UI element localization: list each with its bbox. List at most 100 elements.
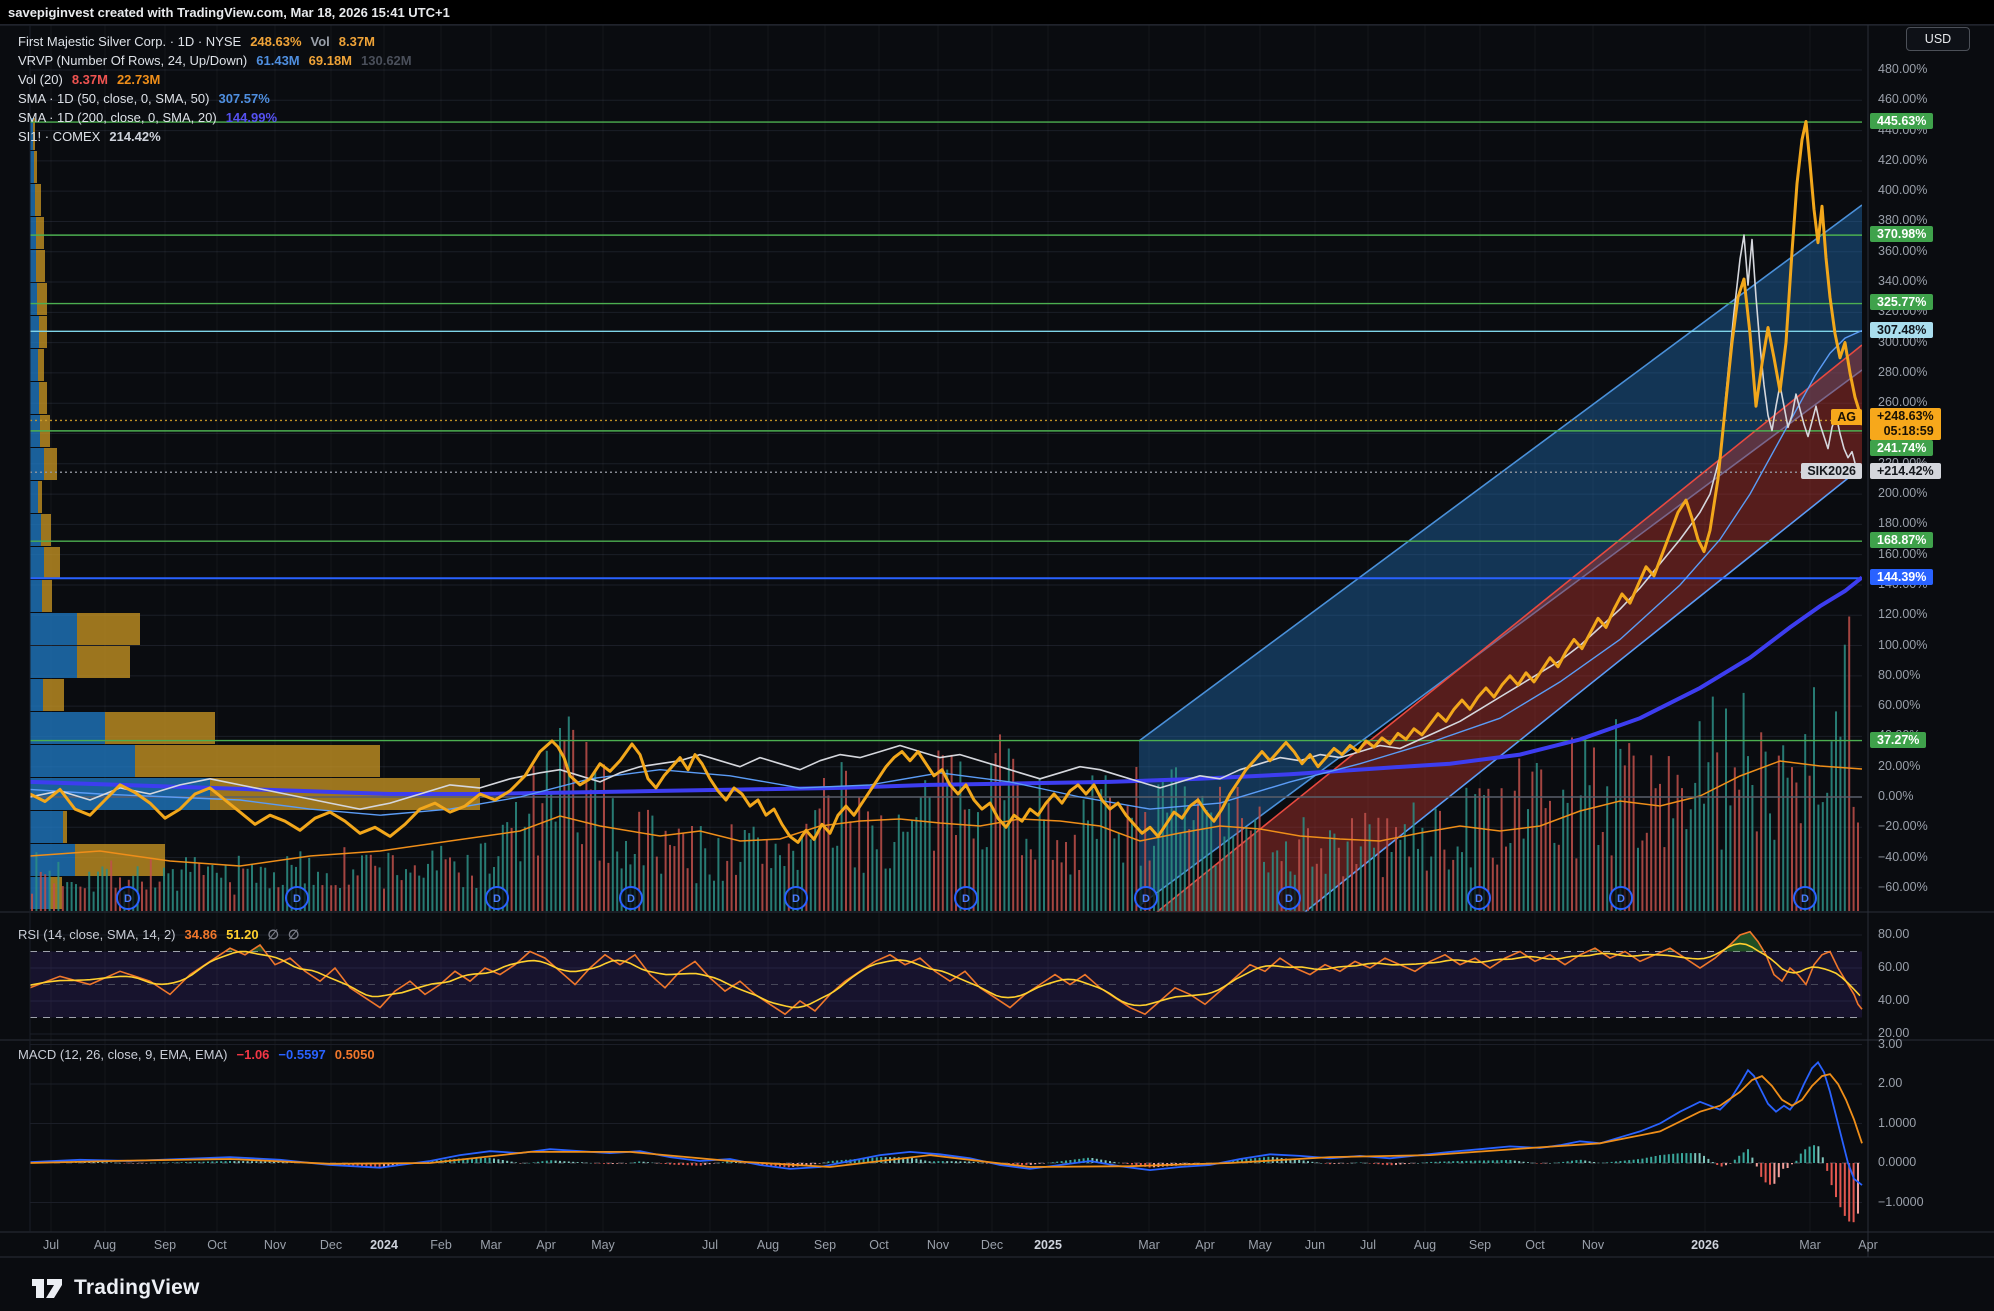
time-tick-label: Mar <box>1138 1238 1160 1252</box>
legend-title: VRVP (Number Of Rows, 24, Up/Down) <box>18 53 247 68</box>
chart-canvas[interactable]: DDDDDDDDDDD <box>0 0 1994 1311</box>
time-tick-label: Nov <box>1582 1238 1604 1252</box>
time-tick-label: Jun <box>1305 1238 1325 1252</box>
time-tick-label: Dec <box>981 1238 1003 1252</box>
macd-tick-label: −1.0000 <box>1878 1195 1990 1209</box>
price-level-badge: 37.27% <box>1870 732 1926 748</box>
time-tick-label: Aug <box>757 1238 779 1252</box>
rsi-tick-label: 60.00 <box>1878 960 1990 974</box>
time-tick-label: Sep <box>1469 1238 1491 1252</box>
time-tick-label: Mar <box>1799 1238 1821 1252</box>
rsi-tick-label: 40.00 <box>1878 993 1990 1007</box>
price-level-badge: 144.39% <box>1870 569 1933 585</box>
price-level-badge: 325.77% <box>1870 294 1933 310</box>
legend-value: ∅ <box>268 927 279 942</box>
time-tick-label: Aug <box>94 1238 116 1252</box>
price-tick-label: −20.00% <box>1878 819 1990 833</box>
legend-row[interactable]: VRVP (Number Of Rows, 24, Up/Down) 61.43M… <box>18 51 421 70</box>
time-tick-label: Feb <box>430 1238 452 1252</box>
macd-tick-label: 3.00 <box>1878 1037 1990 1051</box>
blue-channel <box>1139 205 1862 906</box>
price-level-badge: 168.87% <box>1870 532 1933 548</box>
tradingview-brand[interactable]: TradingView <box>30 1272 200 1304</box>
sik2026-symbol-tag: SIK2026 <box>1801 463 1862 479</box>
legend-value: Vol <box>311 34 330 49</box>
legend-value: 51.20 <box>226 927 259 942</box>
price-level-badge: 307.48% <box>1870 322 1933 338</box>
price-level-badge: 370.98% <box>1870 226 1933 242</box>
legend-title: RSI (14, close, SMA, 14, 2) <box>18 927 176 942</box>
symbol-legend[interactable]: First Majestic Silver Corp. · 1D · NYSE 2… <box>18 32 421 146</box>
legend-value: 307.57% <box>218 91 269 106</box>
legend-value: −1.06 <box>237 1047 270 1062</box>
time-tick-label: Nov <box>264 1238 286 1252</box>
macd-tick-label: 1.0000 <box>1878 1116 1990 1130</box>
legend-title: First Majestic Silver Corp. · 1D · NYSE <box>18 34 241 49</box>
legend-row[interactable]: RSI (14, close, SMA, 14, 2) 34.86 51.20 ∅ ∅ <box>18 925 308 944</box>
price-tick-label: 120.00% <box>1878 607 1990 621</box>
time-tick-label: Jul <box>1360 1238 1376 1252</box>
macd-legend[interactable]: MACD (12, 26, close, 9, EMA, EMA) −1.06 −0… <box>18 1045 384 1064</box>
time-tick-label: Jul <box>43 1238 59 1252</box>
time-tick-label: Sep <box>154 1238 176 1252</box>
macd-tick-label: 2.00 <box>1878 1076 1990 1090</box>
svg-text:D: D <box>1801 893 1809 905</box>
legend-value: 22.73M <box>117 72 160 87</box>
legend-value: ∅ <box>288 927 299 942</box>
rsi-tick-label: 80.00 <box>1878 927 1990 941</box>
time-tick-label: May <box>1248 1238 1272 1252</box>
ag-symbol-tag: AG <box>1831 409 1862 425</box>
legend-value: 0.5050 <box>335 1047 375 1062</box>
legend-value: 144.99% <box>226 110 277 125</box>
legend-row[interactable]: MACD (12, 26, close, 9, EMA, EMA) −1.06 −0… <box>18 1045 384 1064</box>
macd-tick-label: 0.0000 <box>1878 1155 1990 1169</box>
price-tick-label: 20.00% <box>1878 759 1990 773</box>
ag-last-price-badge: +248.63%05:18:59 <box>1870 408 1941 440</box>
price-level-badge: 445.63% <box>1870 113 1933 129</box>
price-tick-label: −40.00% <box>1878 850 1990 864</box>
time-tick-label: Nov <box>927 1238 949 1252</box>
price-tick-label: 400.00% <box>1878 183 1990 197</box>
legend-value: 130.62M <box>361 53 412 68</box>
legend-value: 34.86 <box>185 927 218 942</box>
price-tick-label: 160.00% <box>1878 547 1990 561</box>
legend-title: SMA · 1D (200, close, 0, SMA, 20) <box>18 110 217 125</box>
svg-text:D: D <box>493 893 501 905</box>
legend-value: −0.5597 <box>278 1047 325 1062</box>
legend-row[interactable]: Vol (20) 8.37M 22.73M <box>18 70 421 89</box>
legend-row[interactable]: SI1! · COMEX214.42% <box>18 127 421 146</box>
legend-row[interactable]: SMA · 1D (50, close, 0, SMA, 50) 307.57% <box>18 89 421 108</box>
rsi-legend[interactable]: RSI (14, close, SMA, 14, 2) 34.86 51.20 ∅ ∅ <box>18 925 308 944</box>
legend-value: 61.43M <box>256 53 299 68</box>
time-tick-label: Mar <box>480 1238 502 1252</box>
legend-value: 248.63% <box>250 34 301 49</box>
time-tick-label: Apr <box>1858 1238 1877 1252</box>
legend-title: Vol (20) <box>18 72 63 87</box>
legend-row[interactable]: First Majestic Silver Corp. · 1D · NYSE 2… <box>18 32 421 51</box>
time-tick-label: Aug <box>1414 1238 1436 1252</box>
sik2026-last-price-badge: +214.42% <box>1870 463 1941 479</box>
svg-text:D: D <box>792 893 800 905</box>
legend-row[interactable]: SMA · 1D (200, close, 0, SMA, 20) 144.99% <box>18 108 421 127</box>
legend-title: MACD (12, 26, close, 9, EMA, EMA) <box>18 1047 228 1062</box>
price-tick-label: 460.00% <box>1878 92 1990 106</box>
svg-text:D: D <box>1285 893 1293 905</box>
price-tick-label: 420.00% <box>1878 153 1990 167</box>
time-tick-label: 2026 <box>1691 1238 1719 1252</box>
ag-last-price: +248.63% <box>1877 409 1934 424</box>
svg-text:D: D <box>1475 893 1483 905</box>
svg-text:D: D <box>293 893 301 905</box>
svg-text:D: D <box>962 893 970 905</box>
price-tick-label: 180.00% <box>1878 516 1990 530</box>
legend-value: 8.37M <box>72 72 108 87</box>
time-tick-label: Oct <box>1525 1238 1544 1252</box>
tradingview-logo-icon <box>30 1272 64 1304</box>
price-scale-currency-button[interactable]: USD <box>1906 27 1970 51</box>
price-tick-label: 280.00% <box>1878 365 1990 379</box>
time-tick-label: Oct <box>869 1238 888 1252</box>
time-tick-label: 2025 <box>1034 1238 1062 1252</box>
price-tick-label: 80.00% <box>1878 668 1990 682</box>
svg-text:D: D <box>627 893 635 905</box>
brand-text: TradingView <box>74 1276 200 1300</box>
legend-title: SMA · 1D (50, close, 0, SMA, 50) <box>18 91 209 106</box>
